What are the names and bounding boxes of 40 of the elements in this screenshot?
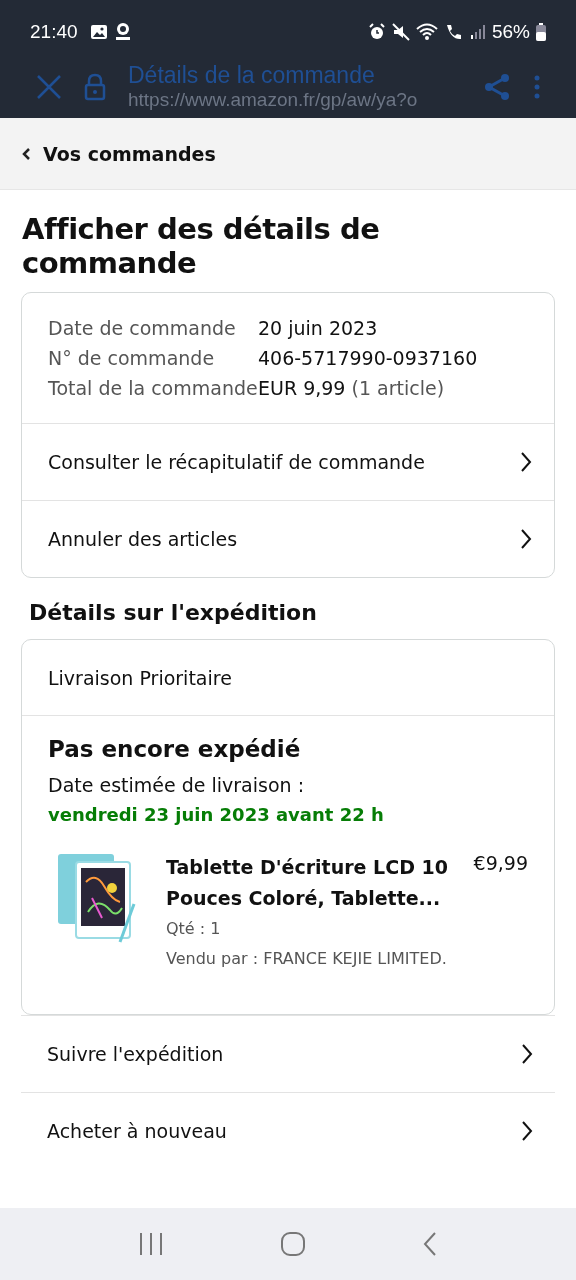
quantity: Qté : 1 xyxy=(166,918,222,940)
shipping-method: Livraison Prioritaire xyxy=(22,640,554,716)
heading: Afficher des détails de commande xyxy=(22,212,381,280)
chevron-right-icon xyxy=(520,528,532,550)
chevron-right-icon xyxy=(520,451,532,473)
wifi-icon xyxy=(415,22,438,41)
field-value: 20 juin 2023 xyxy=(258,316,379,341)
field-label: Date de commande xyxy=(48,316,237,341)
mute-icon xyxy=(391,22,410,41)
menu-row[interactable]: Acheter à nouveau xyxy=(21,1092,555,1169)
menu-row[interactable]: Consulter le récapitulatif de commande xyxy=(22,424,554,500)
field-label: Total de la commande xyxy=(48,376,258,401)
delivery-date: vendredi 23 juin 2023 avant 22 h xyxy=(48,803,385,827)
status-time: 21:40 xyxy=(30,20,78,43)
chevron-left-icon xyxy=(22,146,31,161)
battery-icon xyxy=(536,22,546,41)
url-text: https://www.amazon.fr/gp/aw/ya?o xyxy=(128,89,419,111)
chevron-right-icon xyxy=(521,1120,533,1142)
image-icon xyxy=(89,23,108,40)
signal-icon xyxy=(469,23,486,40)
back-link[interactable]: Vos commandes xyxy=(0,118,576,190)
field-value: EUR 9,99 (1 article) xyxy=(258,376,446,401)
home-icon[interactable] xyxy=(280,1231,306,1257)
estimate-label: Date estimée de livraison : xyxy=(48,773,306,798)
price: €9,99 xyxy=(473,852,528,876)
seller-text: Vendu par : FRANCE KEJIE LIMITED. xyxy=(166,948,448,970)
alarm-icon xyxy=(367,22,386,41)
product-title[interactable]: Tablette D'écriture LCD 10 Pouces Coloré, Tablette... xyxy=(166,852,450,914)
chevron-right-icon xyxy=(521,1043,533,1065)
battery-level: 56% xyxy=(491,20,530,43)
menu-row[interactable]: Annuler des articles xyxy=(22,500,554,577)
field-value: 406-5717990-0937160 xyxy=(258,346,479,371)
drive-icon xyxy=(113,21,132,42)
shipment-status: Pas encore expédié xyxy=(48,736,302,762)
section-heading: Détails sur l'expédition xyxy=(29,600,318,625)
menu-row[interactable]: Suivre l'expédition xyxy=(21,1015,555,1092)
page-title: Détails de la commande xyxy=(128,62,376,89)
recents-icon[interactable] xyxy=(138,1232,164,1256)
field-label: N° de commande xyxy=(48,346,216,371)
back-icon[interactable] xyxy=(422,1231,438,1257)
